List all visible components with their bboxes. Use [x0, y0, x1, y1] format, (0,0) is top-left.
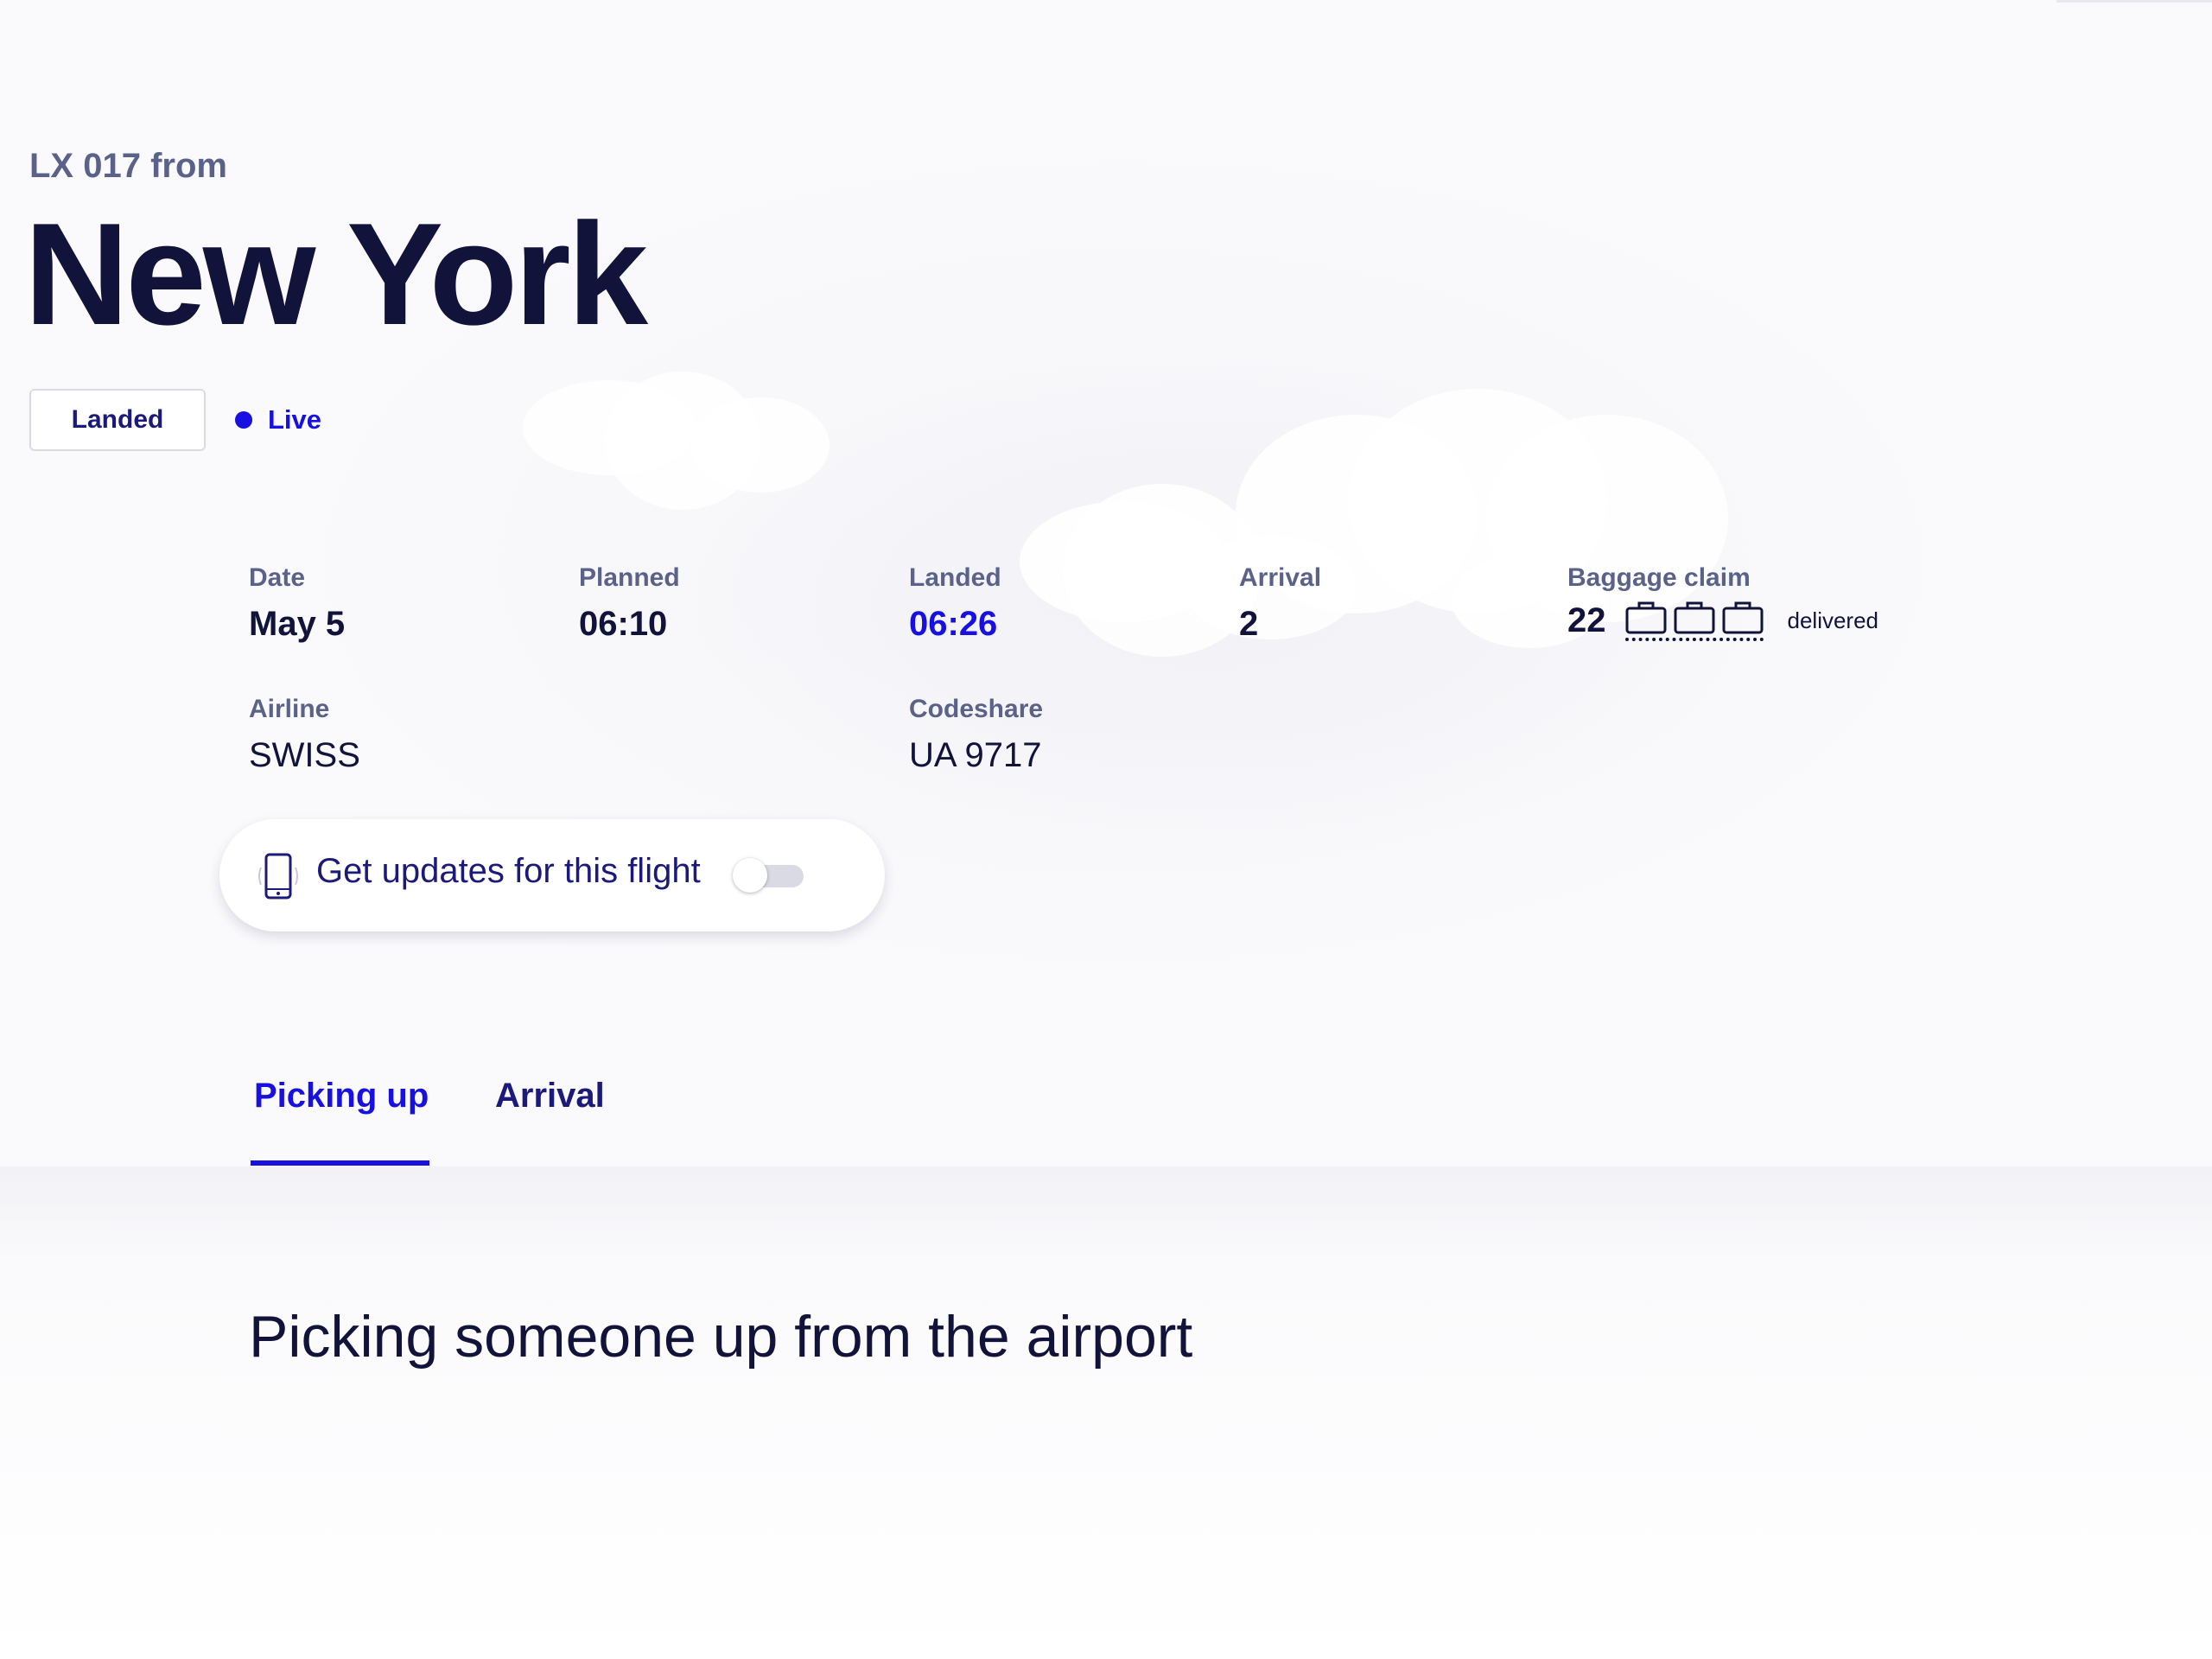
live-dot-icon — [235, 411, 252, 429]
status-badge: Landed — [29, 389, 206, 451]
cloud-decoration — [691, 397, 830, 493]
landed-label: Landed — [909, 563, 1001, 592]
flight-subtitle: LX 017 from — [29, 147, 227, 185]
codeshare-label: Codeshare — [909, 695, 1044, 723]
baggage-claim: 22 delivered — [1567, 600, 1878, 641]
live-label: Live — [268, 404, 322, 435]
landed-value: 06:26 — [909, 605, 998, 643]
flight-updates-card: Get updates for this flight — [219, 819, 885, 931]
updates-label: Get updates for this flight — [316, 852, 701, 890]
updates-toggle[interactable] — [733, 858, 804, 893]
content-section — [0, 1166, 2212, 1659]
baggage-label: Baggage claim — [1567, 563, 1751, 592]
hero-background — [0, 0, 2212, 1166]
live-indicator: Live — [235, 404, 321, 435]
arrival-value: 2 — [1239, 605, 1259, 643]
suitcase-icon — [1674, 601, 1714, 634]
baggage-value: 22 — [1567, 601, 1606, 639]
toggle-knob — [733, 858, 767, 893]
planned-value: 06:10 — [579, 605, 668, 643]
baggage-icons — [1624, 600, 1764, 641]
planned-label: Planned — [579, 563, 680, 592]
phone-icon — [258, 853, 298, 899]
tab-picking-up[interactable]: Picking up — [254, 1077, 429, 1116]
baggage-status: delivered — [1787, 607, 1879, 633]
page-title: New York — [24, 193, 648, 355]
suitcase-icon — [1625, 601, 1666, 634]
airline-value: SWISS — [249, 736, 360, 774]
date-label: Date — [249, 563, 306, 592]
top-edge-shadow — [2056, 0, 2212, 3]
suitcase-icon — [1722, 601, 1763, 634]
tab-arrival[interactable]: Arrival — [495, 1077, 605, 1116]
active-tab-indicator — [251, 1160, 429, 1166]
airline-label: Airline — [249, 695, 330, 723]
arrival-label: Arrival — [1239, 563, 1322, 592]
section-heading: Picking someone up from the airport — [249, 1304, 1193, 1370]
date-value: May 5 — [249, 605, 346, 643]
codeshare-value: UA 9717 — [909, 736, 1042, 774]
